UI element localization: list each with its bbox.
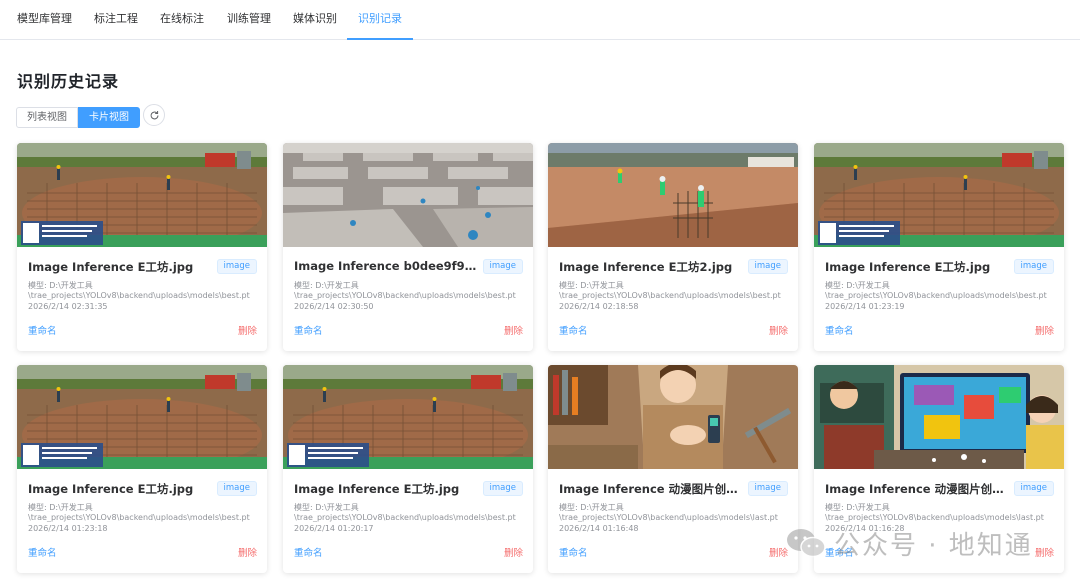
timestamp: 2026/2/14 02:31:35	[28, 302, 108, 311]
refresh-button[interactable]	[143, 104, 165, 126]
nav-tab-annotation-project[interactable]: 标注工程	[94, 0, 138, 40]
card-title: Image Inference b0dee9f9ea346...	[294, 259, 480, 273]
type-tag: image	[747, 259, 788, 274]
model-label: 模型: D:\开发工具	[28, 503, 93, 512]
model-label: 模型: D:\开发工具	[559, 503, 624, 512]
type-tag: image	[482, 259, 523, 274]
type-tag: image	[747, 481, 788, 496]
card-thumbnail[interactable]	[283, 143, 533, 247]
model-label: 模型: D:\开发工具	[294, 503, 359, 512]
rename-button[interactable]: 重命名	[825, 323, 854, 337]
model-label: 模型: D:\开发工具	[559, 281, 624, 290]
card-title: Image Inference E工坊.jpg	[825, 260, 991, 274]
watermark-text: 公众号 · 地知通	[834, 530, 1033, 561]
rename-button[interactable]: 重命名	[294, 323, 323, 337]
timestamp: 2026/2/14 01:20:17	[294, 524, 374, 533]
delete-button[interactable]: 删除	[769, 323, 788, 337]
timestamp: 2026/2/14 02:18:58	[559, 302, 639, 311]
rename-button[interactable]: 重命名	[559, 545, 588, 559]
nav-tab-training[interactable]: 训练管理	[227, 0, 271, 40]
card-thumbnail[interactable]	[814, 365, 1064, 469]
nav-tab-online-annotation[interactable]: 在线标注	[160, 0, 204, 40]
record-card[interactable]: Image Inference E工坊.jpg image 模型: D:\开发工…	[283, 365, 533, 573]
model-label: 模型: D:\开发工具	[294, 281, 359, 290]
wechat-icon	[787, 529, 826, 558]
delete-button[interactable]: 删除	[238, 323, 257, 337]
record-card[interactable]: Image Inference E工坊2.jpg image 模型: D:\开发…	[548, 143, 798, 351]
model-path: \trae_projects\YOLOv8\backend\uploads\mo…	[559, 291, 781, 300]
card-title: Image Inference E工坊.jpg	[28, 260, 194, 274]
card-view-button[interactable]: 卡片视图	[78, 107, 140, 128]
card-thumbnail[interactable]	[814, 143, 1064, 247]
delete-button[interactable]: 删除	[238, 545, 257, 559]
card-thumbnail[interactable]	[17, 365, 267, 469]
timestamp: 2026/2/14 01:23:18	[28, 524, 108, 533]
model-label: 模型: D:\开发工具	[825, 503, 890, 512]
page-title: 识别历史记录	[17, 72, 120, 91]
card-title: Image Inference E工坊.jpg	[28, 482, 194, 496]
record-card[interactable]: Image Inference E工坊.jpg image 模型: D:\开发工…	[814, 143, 1064, 351]
nav-tab-model-library[interactable]: 模型库管理	[17, 0, 72, 40]
list-view-button[interactable]: 列表视图	[16, 107, 78, 128]
card-thumbnail[interactable]	[283, 365, 533, 469]
record-card[interactable]: Image Inference 动漫图片创作 (29... image 模型: …	[548, 365, 798, 573]
model-path: \trae_projects\YOLOv8\backend\uploads\mo…	[28, 291, 250, 300]
record-card[interactable]: Image Inference E工坊.jpg image 模型: D:\开发工…	[17, 143, 267, 351]
delete-button[interactable]: 删除	[1035, 545, 1054, 559]
model-label: 模型: D:\开发工具	[28, 281, 93, 290]
card-title: Image Inference E工坊2.jpg	[559, 260, 733, 274]
delete-button[interactable]: 删除	[504, 545, 523, 559]
record-card[interactable]: Image Inference b0dee9f9ea346... image 模…	[283, 143, 533, 351]
card-thumbnail[interactable]	[17, 143, 267, 247]
type-tag: image	[1013, 481, 1054, 496]
card-thumbnail[interactable]	[548, 143, 798, 247]
rename-button[interactable]: 重命名	[294, 545, 323, 559]
nav-tab-media-recognition[interactable]: 媒体识别	[293, 0, 337, 40]
rename-button[interactable]: 重命名	[28, 323, 57, 337]
watermark: 公众号 · 地知通	[786, 524, 1033, 562]
card-title: Image Inference 动漫图片创作 (16...	[825, 482, 1011, 496]
timestamp: 2026/2/14 01:16:48	[559, 524, 639, 533]
rename-button[interactable]: 重命名	[28, 545, 57, 559]
top-navigation: 模型库管理 标注工程 在线标注 训练管理 媒体识别 识别记录	[0, 0, 1080, 40]
model-path: \trae_projects\YOLOv8\backend\uploads\mo…	[28, 513, 250, 522]
model-path: \trae_projects\YOLOv8\backend\uploads\mo…	[294, 291, 516, 300]
refresh-icon	[150, 110, 158, 119]
model-path: \trae_projects\YOLOv8\backend\uploads\mo…	[294, 513, 516, 522]
type-tag: image	[1013, 259, 1054, 274]
model-path: \trae_projects\YOLOv8\backend\uploads\mo…	[559, 513, 778, 522]
timestamp: 2026/2/14 01:23:19	[825, 302, 905, 311]
model-label: 模型: D:\开发工具	[825, 281, 890, 290]
type-tag: image	[216, 481, 257, 496]
card-title: Image Inference E工坊.jpg	[294, 482, 460, 496]
type-tag: image	[216, 259, 257, 274]
record-card[interactable]: Image Inference E工坊.jpg image 模型: D:\开发工…	[17, 365, 267, 573]
type-tag: image	[482, 481, 523, 496]
timestamp: 2026/2/14 02:30:50	[294, 302, 374, 311]
nav-tab-recognition-records[interactable]: 识别记录	[347, 0, 413, 40]
view-toggle: 列表视图 卡片视图	[16, 107, 140, 128]
delete-button[interactable]: 删除	[1035, 323, 1054, 337]
delete-button[interactable]: 删除	[504, 323, 523, 337]
model-path: \trae_projects\YOLOv8\backend\uploads\mo…	[825, 513, 1044, 522]
rename-button[interactable]: 重命名	[559, 323, 588, 337]
card-thumbnail[interactable]	[548, 365, 798, 469]
model-path: \trae_projects\YOLOv8\backend\uploads\mo…	[825, 291, 1047, 300]
card-title: Image Inference 动漫图片创作 (29...	[559, 482, 745, 496]
